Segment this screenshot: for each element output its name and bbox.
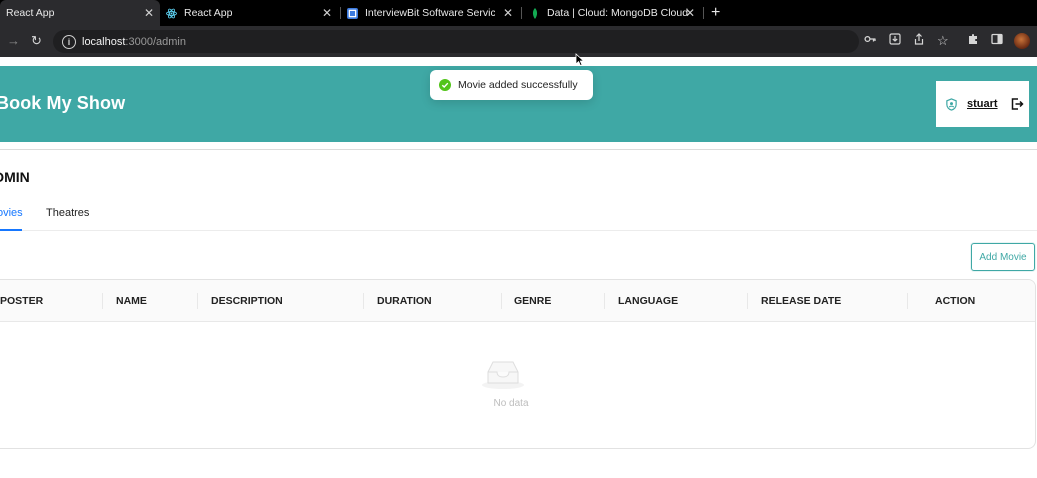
table-header: POSTER NAME DESCRIPTION DURATION GENRE L… [0, 280, 1035, 322]
column-header-language: LANGUAGE [618, 295, 679, 307]
url-host: localhost [82, 35, 126, 48]
column-header-duration: DURATION [377, 295, 432, 307]
url-path: :3000/admin [125, 35, 186, 48]
check-circle-icon [439, 79, 451, 91]
username-link[interactable]: stuart [967, 98, 998, 110]
column-divider [102, 293, 103, 309]
interviewbit-favicon-icon [347, 7, 358, 19]
toast-message: Movie added successfully [458, 79, 578, 91]
browser-tab-interviewbit[interactable]: InterviewBit Software Services ✕ [347, 0, 519, 26]
tab-title: InterviewBit Software Services [365, 7, 495, 19]
tab-close-icon[interactable]: ✕ [322, 6, 332, 20]
column-header-action: ACTION [935, 295, 976, 307]
tab-close-icon[interactable]: ✕ [685, 6, 695, 20]
mongodb-leaf-icon [529, 7, 540, 19]
column-header-poster: POSTER [0, 295, 44, 307]
column-divider [501, 293, 502, 309]
page-title: DMIN [0, 169, 30, 185]
browser-tab-bar: React App ✕ React App ✕ InterviewBit Sof… [0, 0, 1037, 26]
tab-separator [340, 7, 341, 19]
header-divider [0, 149, 1037, 150]
column-header-genre: GENRE [514, 295, 552, 307]
browser-toolbar: → ↻ i localhost:3000/admin ☆ [0, 26, 1037, 57]
logout-icon[interactable] [1010, 97, 1024, 111]
tab-title: React App [6, 7, 55, 19]
tab-separator [703, 7, 704, 19]
tab-separator [521, 7, 522, 19]
tab-title: React App [184, 7, 233, 19]
empty-state: No data [0, 322, 1035, 448]
site-info-icon[interactable]: i [62, 34, 76, 49]
new-tab-icon[interactable]: + [711, 4, 720, 22]
user-menu[interactable]: stuart [936, 81, 1029, 127]
reload-icon[interactable]: ↻ [31, 33, 42, 49]
column-divider [604, 293, 605, 309]
tab-close-icon[interactable]: ✕ [144, 6, 154, 20]
password-key-icon[interactable] [864, 33, 876, 49]
share-icon[interactable] [913, 33, 925, 49]
inbox-icon [482, 361, 524, 389]
tab-movies[interactable]: ovies [0, 207, 23, 219]
column-divider [363, 293, 364, 309]
brand-title[interactable]: Book My Show [0, 93, 125, 114]
bookmark-star-icon[interactable]: ☆ [937, 33, 949, 49]
column-divider [907, 293, 908, 309]
shield-user-icon [946, 97, 957, 111]
movies-table: POSTER NAME DESCRIPTION DURATION GENRE L… [0, 279, 1036, 449]
forward-arrow-icon[interactable]: → [7, 33, 20, 49]
page-top-gap [0, 57, 1037, 66]
browser-tab-react-app-active[interactable]: React App ✕ [0, 0, 160, 26]
address-bar[interactable]: i localhost:3000/admin [53, 30, 859, 53]
success-toast: Movie added successfully [430, 70, 593, 100]
column-divider [197, 293, 198, 309]
active-tab-indicator [0, 229, 22, 231]
empty-state-text: No data [493, 398, 529, 409]
tab-title: Data | Cloud: MongoDB Cloud [547, 7, 689, 19]
add-movie-button[interactable]: Add Movie [971, 243, 1035, 271]
browser-tab-mongodb[interactable]: Data | Cloud: MongoDB Cloud ✕ [529, 0, 701, 26]
extensions-puzzle-icon[interactable] [967, 33, 979, 49]
column-header-name: NAME [116, 295, 147, 307]
install-app-icon[interactable] [889, 33, 901, 49]
tab-close-icon[interactable]: ✕ [503, 6, 513, 20]
browser-tab-react-app[interactable]: React App ✕ [166, 0, 338, 26]
react-favicon-icon [166, 8, 177, 19]
tab-theatres[interactable]: Theatres [46, 207, 89, 219]
profile-avatar[interactable] [1014, 33, 1030, 49]
column-header-release-date: RELEASE DATE [761, 295, 842, 307]
column-header-description: DESCRIPTION [211, 295, 283, 307]
column-divider [747, 293, 748, 309]
side-panel-icon[interactable] [991, 33, 1003, 49]
mouse-cursor-icon [575, 53, 585, 67]
tabs-divider [0, 230, 1037, 231]
